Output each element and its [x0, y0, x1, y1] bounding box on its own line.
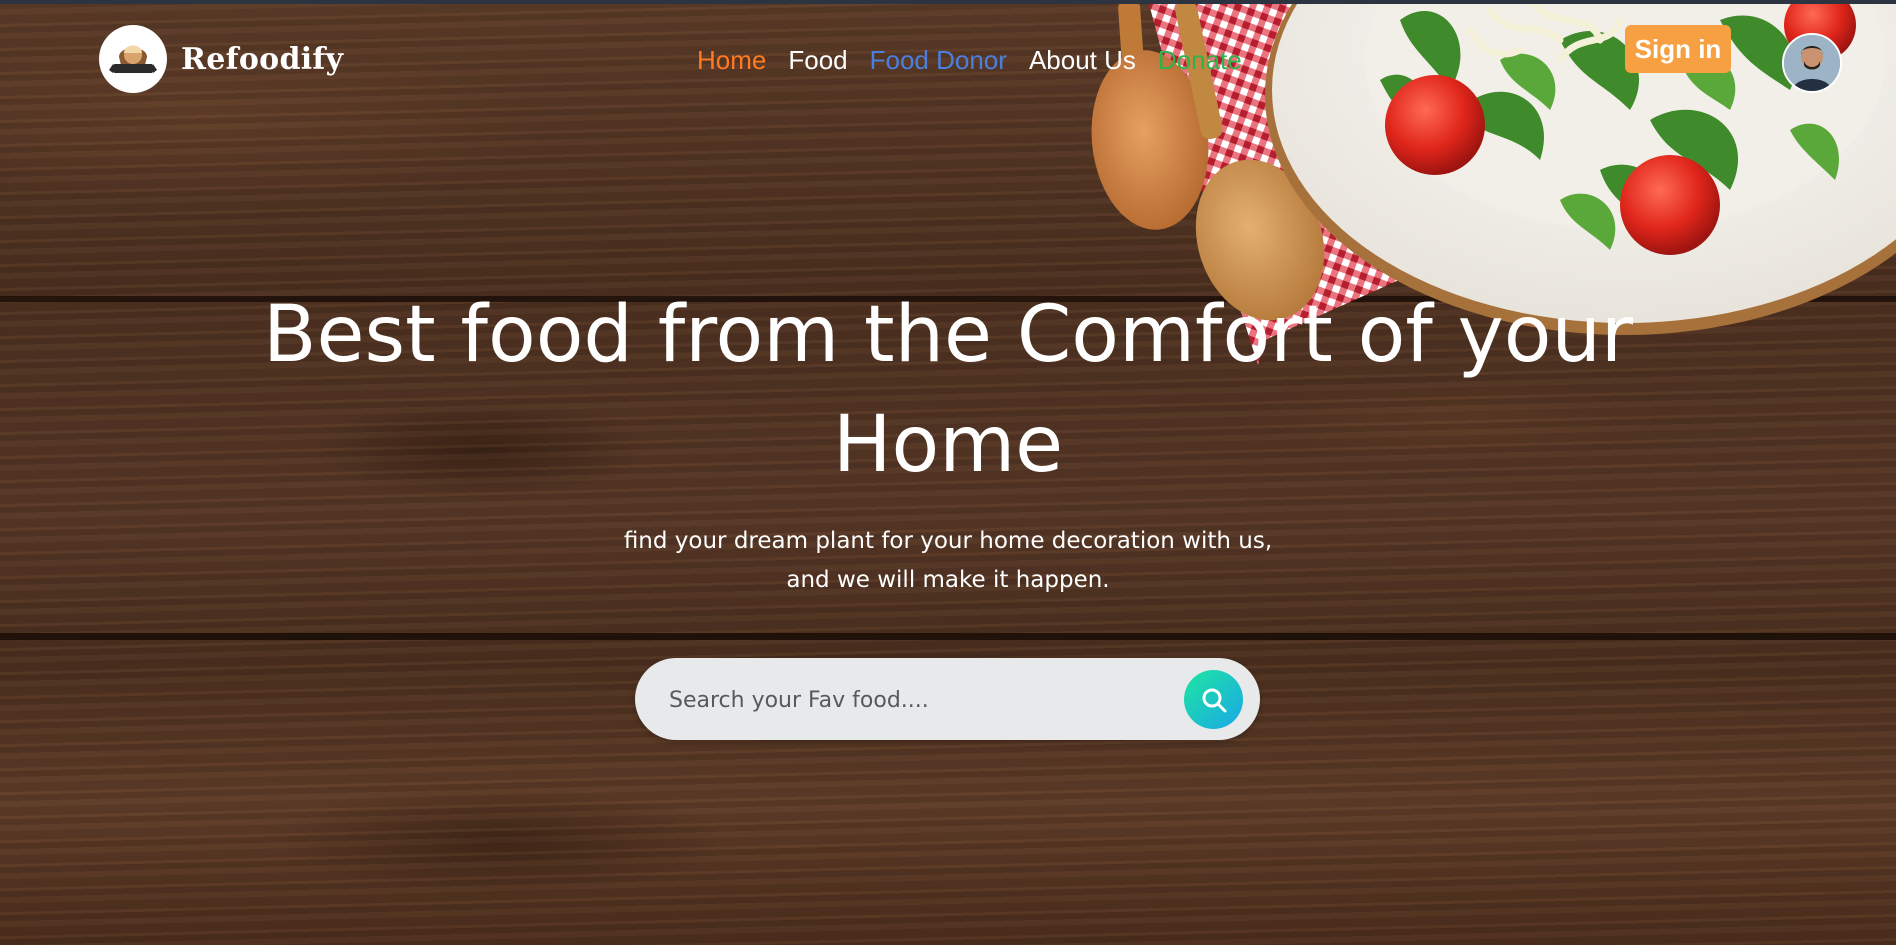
- hero-title-line-1: Best food from the Comfort of your: [263, 290, 1633, 380]
- window-top-strip: [0, 0, 1896, 4]
- nav-link-food[interactable]: Food: [788, 45, 847, 76]
- nav-link-food-donor[interactable]: Food Donor: [870, 45, 1007, 76]
- nav-link-donate[interactable]: Donate: [1158, 45, 1242, 76]
- food-search-bar: [635, 658, 1260, 740]
- hero-title: Best food from the Comfort of your Home: [200, 280, 1696, 500]
- nav-link-about-us[interactable]: About Us: [1029, 45, 1136, 76]
- search-icon: [1202, 688, 1226, 712]
- hero-subtitle-line-1: find your dream plant for your home deco…: [623, 528, 1273, 554]
- hero-title-line-2: Home: [832, 400, 1064, 490]
- logo-badge: [99, 25, 167, 93]
- search-input[interactable]: [667, 678, 1151, 722]
- hero-subtitle: find your dream plant for your home deco…: [448, 522, 1448, 600]
- search-button[interactable]: [1184, 670, 1243, 729]
- user-avatar-icon: [1784, 35, 1840, 91]
- chef-logo-icon: [106, 32, 160, 86]
- user-avatar[interactable]: [1782, 33, 1842, 93]
- nav-link-home[interactable]: Home: [697, 45, 766, 76]
- sign-in-button[interactable]: Sign in: [1625, 25, 1731, 73]
- main-nav: Home Food Food Donor About Us Donate: [697, 45, 1242, 76]
- hero-subtitle-line-2: and we will make it happen.: [786, 567, 1110, 593]
- brand-name: Refoodify: [181, 41, 344, 77]
- brand-logo-link[interactable]: Refoodify: [99, 25, 343, 93]
- top-navbar: Refoodify Home Food Food Donor About Us …: [0, 0, 1896, 110]
